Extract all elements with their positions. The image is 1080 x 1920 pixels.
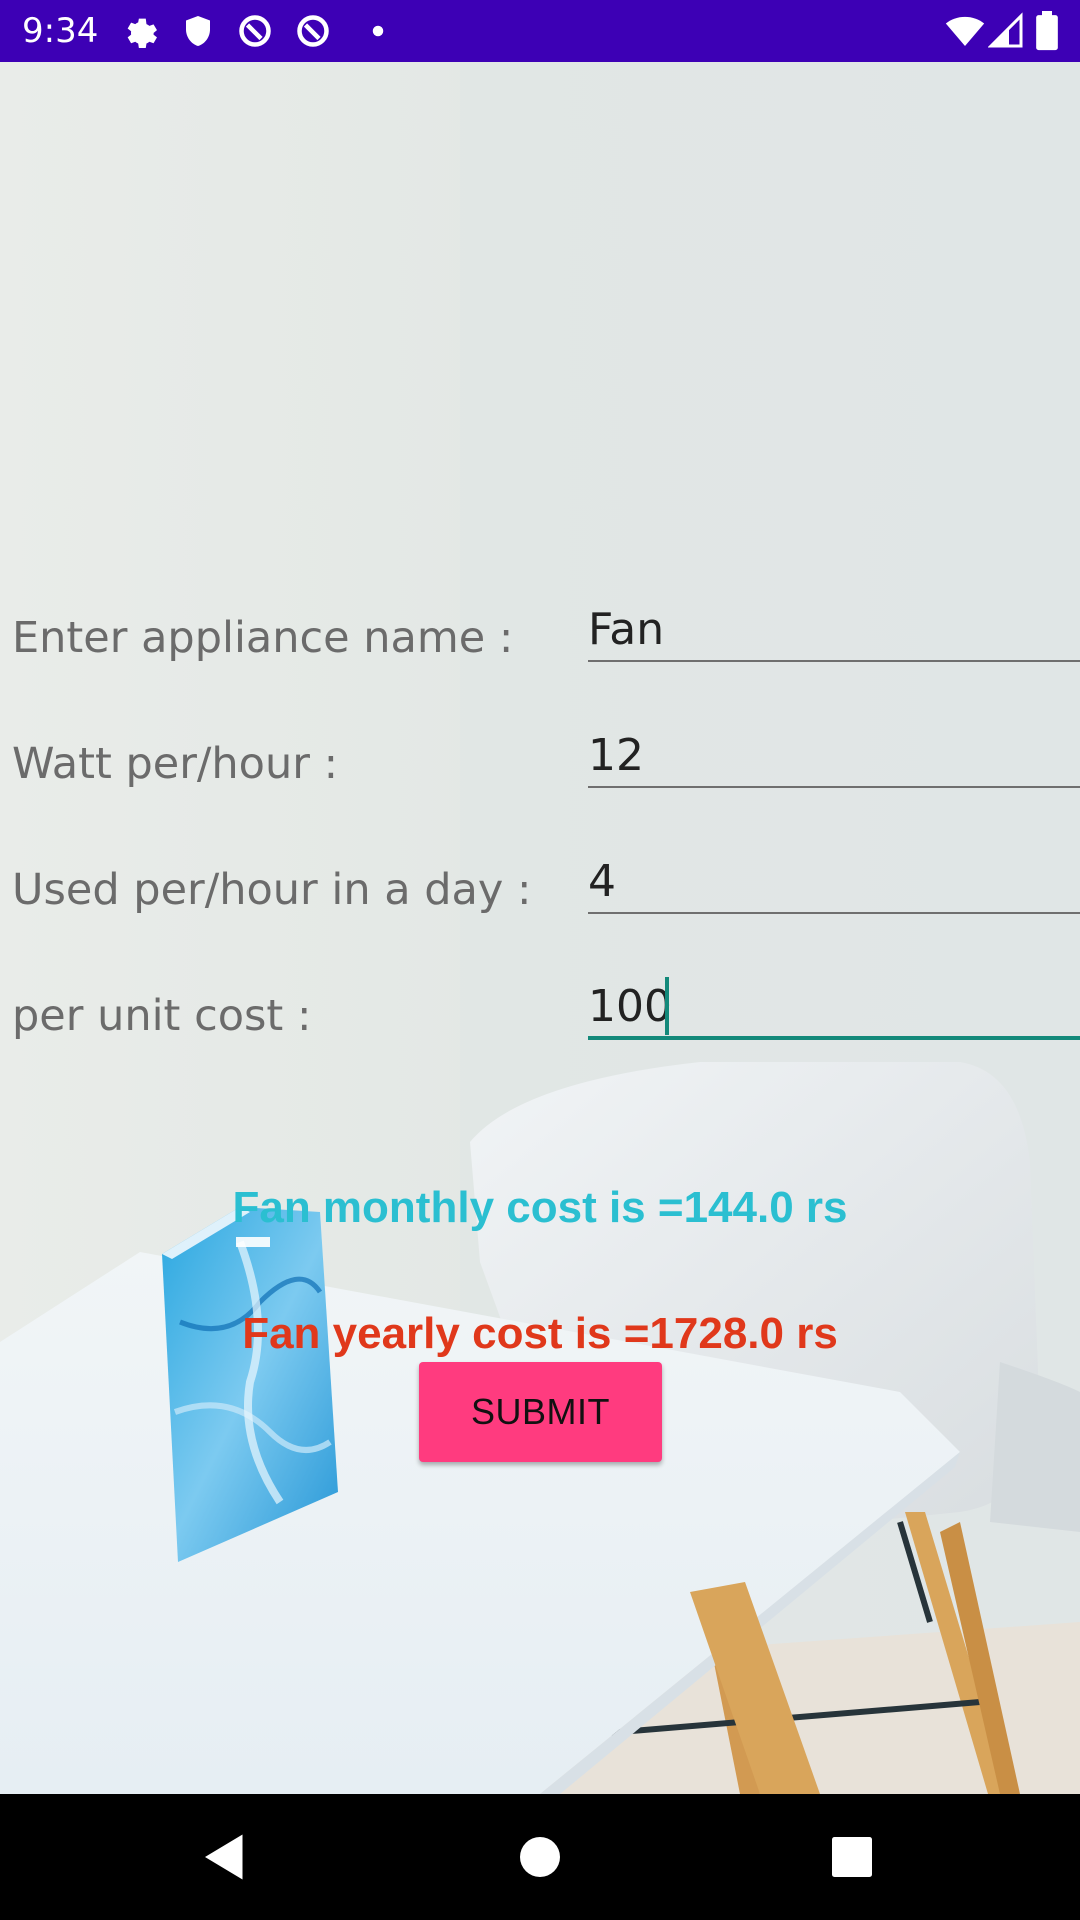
status-bar: 9:34 <box>0 0 1080 62</box>
hours-per-day-label: Used per/hour in a day : <box>12 865 532 915</box>
submit-button[interactable]: SUBMIT <box>419 1362 662 1462</box>
yearly-cost-result: Fan yearly cost is =1728.0 rs <box>242 1309 838 1358</box>
cellular-signal-icon <box>988 12 1024 50</box>
data-saver-icon <box>237 13 273 49</box>
navigation-bar <box>0 1794 1080 1920</box>
battery-icon <box>1034 11 1060 51</box>
settings-gear-icon <box>121 13 157 49</box>
unit-cost-row: per unit cost : <box>0 966 1080 1056</box>
monthly-cost-result: Fan monthly cost is =144.0 rs <box>232 1183 848 1232</box>
hours-per-day-row: Used per/hour in a day : <box>0 840 1080 930</box>
notification-dot-icon <box>360 13 396 49</box>
home-icon[interactable] <box>510 1827 570 1887</box>
appliance-name-row: Enter appliance name : <box>0 588 1080 678</box>
status-time: 9:34 <box>22 11 99 51</box>
text-cursor <box>665 977 669 1035</box>
app-screen: 9:34 Enter appliance name : Watt <box>0 0 1080 1920</box>
shield-icon <box>180 13 216 49</box>
watt-per-hour-input[interactable] <box>588 724 1080 788</box>
unit-cost-input[interactable] <box>588 976 1080 1040</box>
recents-icon[interactable] <box>822 1827 882 1887</box>
back-icon[interactable] <box>195 1827 255 1887</box>
watt-per-hour-label: Watt per/hour : <box>12 739 339 789</box>
hours-per-day-input[interactable] <box>588 850 1080 914</box>
wifi-icon <box>944 11 986 51</box>
data-saver-icon <box>295 13 331 49</box>
appliance-name-label: Enter appliance name : <box>12 613 514 663</box>
unit-cost-label: per unit cost : <box>12 991 312 1041</box>
watt-per-hour-row: Watt per/hour : <box>0 714 1080 804</box>
appliance-name-input[interactable] <box>588 598 1080 662</box>
